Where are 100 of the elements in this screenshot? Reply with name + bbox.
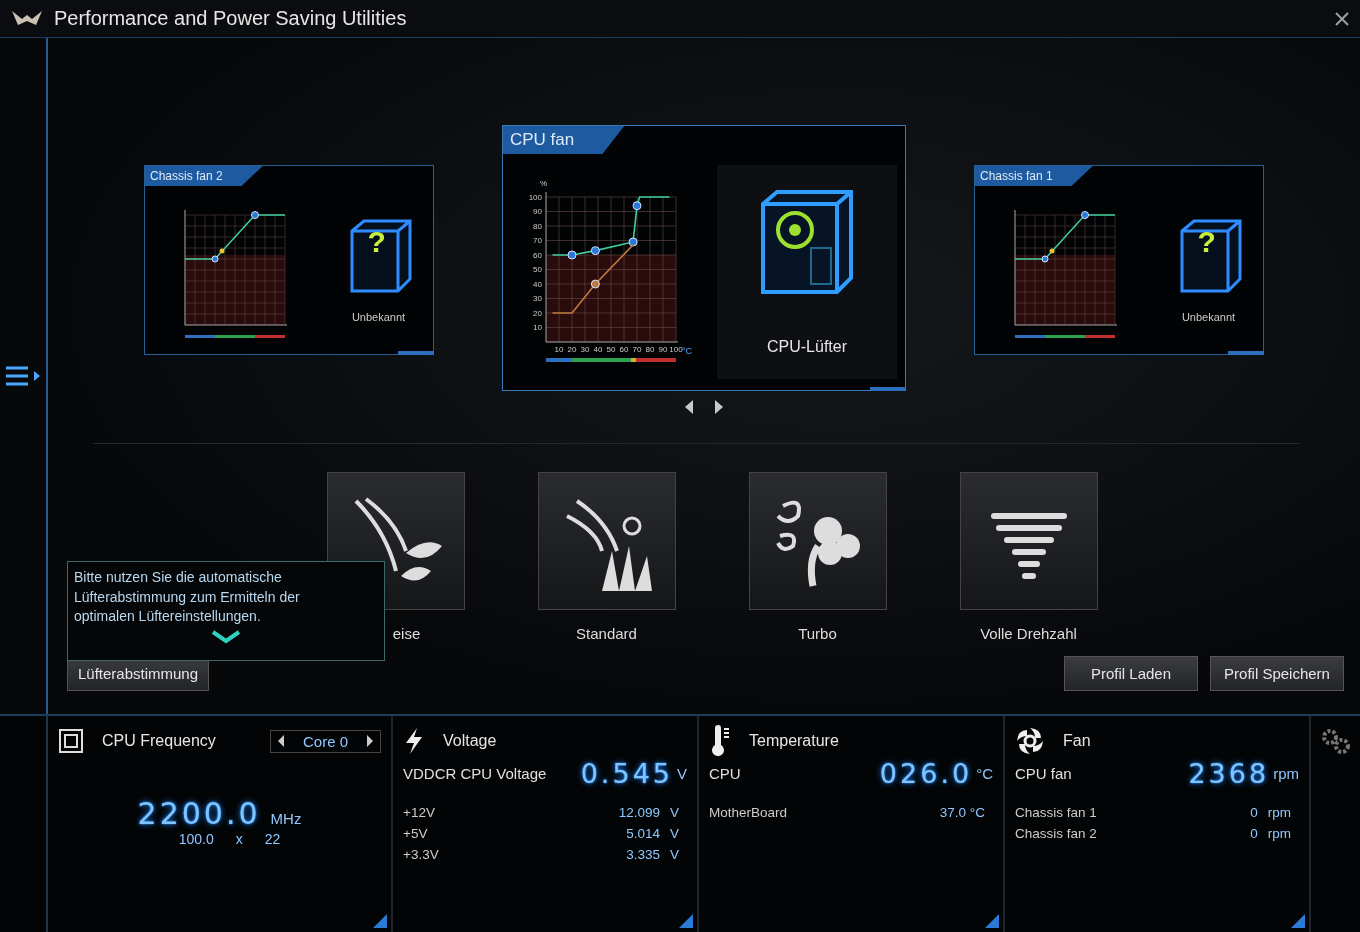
curve-point [628, 237, 638, 247]
times-sign: x [235, 831, 243, 847]
unit-label: V [677, 765, 687, 782]
tooltip-text: Bitte nutzen Sie die automatische Lüfterabstimmung zum Ermitteln der optimalen Lüftereinstellungen. [74, 568, 301, 626]
lightning-icon [403, 727, 425, 755]
corner-accent [1228, 351, 1264, 355]
y-axis-label: % [540, 179, 548, 188]
x-tick-label: 80 [645, 345, 655, 354]
y-tick-label: 70 [533, 236, 542, 245]
panel-title: Fan [1063, 732, 1091, 750]
next-icon[interactable] [714, 399, 724, 415]
x-tick-label: 60 [619, 345, 629, 354]
panel-title: Temperature [749, 732, 839, 750]
y-tick-label: 100 [528, 192, 542, 202]
core-label: Core 0 [302, 732, 348, 750]
corner-accent [679, 914, 693, 928]
base-clock: 100.0 [178, 831, 214, 847]
thermometer-icon [709, 725, 731, 757]
question-mark: ? [1197, 227, 1216, 257]
reading-label: +5V [403, 826, 428, 841]
reading-label: CPU [709, 765, 741, 782]
previous-icon[interactable] [276, 734, 285, 748]
x-tick-label: 70 [632, 345, 642, 354]
y-tick-label: 60 [533, 250, 542, 260]
menu-icon[interactable] [4, 364, 42, 388]
x-tick-label: 20 [567, 345, 577, 354]
previous-icon[interactable] [684, 399, 694, 415]
reading-value: 2368 [1188, 758, 1270, 789]
reading-value: 5.014 [626, 826, 660, 841]
y-tick-label: 50 [533, 265, 542, 274]
corner-accent [1291, 914, 1305, 928]
reading-label: VDDCR CPU Voltage [403, 765, 547, 782]
reading-label: MotherBoard [709, 805, 788, 820]
x-tick-label: 40 [593, 345, 603, 354]
x-tick-label: 90 [658, 345, 668, 354]
chip-icon [58, 728, 84, 754]
reading-value: 026.0 [879, 758, 973, 789]
panel-title: CPU Frequency [102, 732, 216, 750]
curve-point [567, 250, 577, 260]
fan-mode-label: eise [391, 625, 421, 642]
fan-card[interactable]: Chassis fan 1 ? Unbekannt [974, 165, 1264, 355]
core-selector[interactable]: Core 0 [269, 729, 381, 753]
load-profile-button[interactable]: Profil Laden [1064, 656, 1198, 691]
x-tick-label: 100 [669, 345, 683, 354]
current-point [590, 279, 600, 289]
reading-value: 0.545 [580, 758, 673, 789]
curve-point [590, 246, 600, 256]
reading-label: Chassis fan 1 [1015, 805, 1097, 820]
fan-mode-label: Standard [576, 625, 637, 642]
fan-card[interactable]: Chassis fan 2 ? Unbekannt [144, 165, 434, 355]
corner-accent [870, 387, 906, 391]
y-tick-label: 80 [533, 221, 542, 231]
frequency-value: 2200.0 [137, 796, 261, 831]
fan-mode-label: Volle Drehzahl [980, 625, 1077, 642]
question-mark: ? [367, 227, 386, 257]
next-icon[interactable] [366, 734, 374, 748]
window-title: Performance and Power Saving Utilities [54, 7, 407, 30]
fan-icon [1015, 726, 1045, 756]
device-label: CPU-Lüfter [767, 338, 847, 356]
close-icon[interactable] [1334, 10, 1350, 27]
y-tick-label: 10 [533, 323, 542, 332]
reading-label: +12V [403, 805, 435, 820]
fan-mode-label: Turbo [798, 625, 837, 642]
corner-accent [985, 914, 999, 928]
fan-card-title: Chassis fan 1 [975, 166, 1093, 186]
device-label: Unbekannt [351, 311, 406, 323]
fan-mode-tile[interactable] [537, 472, 676, 610]
panel-title: Voltage [443, 732, 497, 750]
fan-card[interactable]: CPU fan 10 20 30 40 50 60 70 80 90 100 10 20 30 40 50 60 70 80 90 100 % °C CPU-Lüfter [502, 125, 906, 391]
chevron-down-icon[interactable] [211, 629, 241, 644]
fan-mode-tile[interactable] [748, 472, 887, 610]
device-label: Unbekannt [1181, 311, 1236, 323]
unit-label: V [670, 826, 679, 841]
save-profile-button[interactable]: Profil Speichern [1210, 656, 1344, 691]
unit-label: rpm [1267, 826, 1291, 841]
reading-value: 12.099 [618, 805, 660, 820]
curve-point [632, 201, 642, 211]
y-tick-label: 20 [533, 308, 542, 318]
x-tick-label: 30 [580, 345, 590, 354]
reading-label: +3.3V [403, 847, 439, 862]
x-axis-label: °C [682, 346, 693, 356]
unit-label: rpm [1273, 765, 1299, 782]
unit-label: V [670, 805, 679, 820]
fan-card-title: Chassis fan 2 [145, 166, 263, 186]
unit-label: V [670, 847, 679, 862]
y-tick-label: 90 [533, 207, 542, 216]
y-tick-label: 40 [533, 279, 542, 289]
multiplier: 22 [264, 831, 281, 847]
y-tick-label: 30 [533, 294, 542, 303]
corner-accent [398, 351, 434, 355]
reading-value: 3.335 [626, 847, 660, 862]
reading-value: 37.0 °C [939, 805, 985, 820]
unit-label: rpm [1267, 805, 1291, 820]
fan-mode-tile[interactable] [959, 472, 1098, 610]
x-tick-label: 10 [554, 345, 564, 354]
fan-card-title: CPU fan [503, 126, 625, 154]
reading-label: CPU fan [1015, 765, 1072, 782]
corner-accent [373, 914, 387, 928]
reading-value: 0 [1250, 826, 1258, 841]
reading-value: 0 [1250, 805, 1258, 820]
